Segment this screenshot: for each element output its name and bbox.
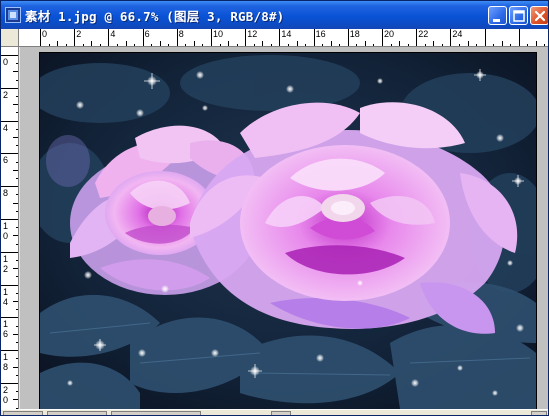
horizontal-ruler[interactable]: 0 2 4 6 8 10 12 14 16 18 20 22 24 xyxy=(19,29,548,47)
horizontal-ruler-label: 12 xyxy=(247,29,258,39)
vertical-ruler-label: 0 xyxy=(3,57,9,67)
horizontal-ruler-label: 20 xyxy=(384,29,395,39)
status-bar xyxy=(1,409,548,415)
vertical-ruler-label: 20 xyxy=(3,385,9,405)
horizontal-ruler-label: 8 xyxy=(178,29,184,39)
title-bar[interactable]: 素材 1.jpg @ 66.7% (图层 3, RGB/8#) xyxy=(1,1,548,29)
horizontal-ruler-label: 22 xyxy=(418,29,429,39)
maximize-icon xyxy=(513,10,525,22)
minimize-icon xyxy=(493,19,500,22)
vertical-ruler-label: 4 xyxy=(3,122,9,133)
horizontal-ruler-label: 0 xyxy=(42,29,48,39)
horizontal-ruler-label: 18 xyxy=(349,29,360,39)
vertical-ruler-label: 18 xyxy=(3,352,9,373)
maximize-button[interactable] xyxy=(509,6,528,25)
canvas-workspace[interactable] xyxy=(20,47,548,409)
horizontal-ruler-label: 2 xyxy=(76,29,82,39)
horizontal-ruler-label: 16 xyxy=(315,29,326,39)
vertical-ruler-label: 14 xyxy=(3,286,9,307)
horizontal-ruler-label: 24 xyxy=(452,29,463,39)
window-title: 素材 1.jpg @ 66.7% (图层 3, RGB/8#) xyxy=(25,9,285,24)
document-canvas[interactable] xyxy=(40,53,536,409)
document-left-edge xyxy=(39,52,40,409)
scroll-thumb[interactable] xyxy=(271,411,291,415)
vertical-ruler[interactable]: 0 2 4 6 8 10 12 14 16 18 20 xyxy=(1,47,19,409)
document-top-edge xyxy=(40,52,537,53)
close-icon xyxy=(534,10,546,22)
vertical-ruler-label: 8 xyxy=(3,188,9,199)
vertical-ruler-label: 12 xyxy=(3,253,9,274)
zoom-field[interactable] xyxy=(3,411,43,415)
close-button[interactable] xyxy=(530,6,548,25)
document-window: 素材 1.jpg @ 66.7% (图层 3, RGB/8#) 0 2 4 6 8 10 1… xyxy=(0,0,549,416)
info-field[interactable] xyxy=(47,411,107,415)
vertical-ruler-label: 2 xyxy=(3,89,9,100)
horizontal-ruler-label: 6 xyxy=(144,29,150,39)
scroll-track[interactable] xyxy=(111,411,201,415)
horizontal-ruler-label: 10 xyxy=(213,29,224,39)
vertical-ruler-label: 16 xyxy=(3,319,9,340)
minimize-button[interactable] xyxy=(488,6,507,25)
peony-photo xyxy=(40,53,536,409)
vertical-ruler-label: 6 xyxy=(3,155,9,166)
scroll-arrow[interactable] xyxy=(531,411,547,415)
horizontal-ruler-label: 4 xyxy=(110,29,116,39)
document-right-edge xyxy=(536,52,537,409)
vertical-ruler-label: 10 xyxy=(3,221,9,241)
horizontal-ruler-label: 14 xyxy=(281,29,292,39)
ruler-origin[interactable] xyxy=(1,29,19,47)
photoshop-document-icon[interactable] xyxy=(5,7,21,23)
